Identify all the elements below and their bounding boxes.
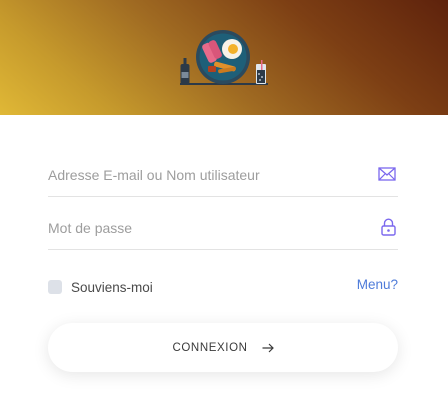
email-field	[48, 156, 398, 197]
lock-icon	[381, 218, 396, 241]
login-button[interactable]: CONNEXION	[48, 323, 398, 372]
login-button-label: CONNEXION	[172, 341, 248, 354]
checkbox-box[interactable]	[48, 280, 62, 294]
email-input[interactable]	[48, 156, 368, 194]
arrow-right-icon	[262, 343, 274, 353]
remember-me-checkbox[interactable]: Souviens-moi	[48, 277, 153, 297]
glass-icon	[256, 60, 266, 84]
plate-icon	[196, 30, 250, 84]
password-input[interactable]	[48, 209, 368, 247]
envelope-icon	[378, 167, 396, 186]
bottle-icon	[180, 58, 190, 84]
remember-me-label: Souviens-moi	[71, 279, 153, 295]
header-banner	[0, 0, 448, 115]
password-field	[48, 209, 398, 250]
menu-link[interactable]: Menu?	[357, 277, 398, 292]
food-illustration	[180, 30, 268, 85]
